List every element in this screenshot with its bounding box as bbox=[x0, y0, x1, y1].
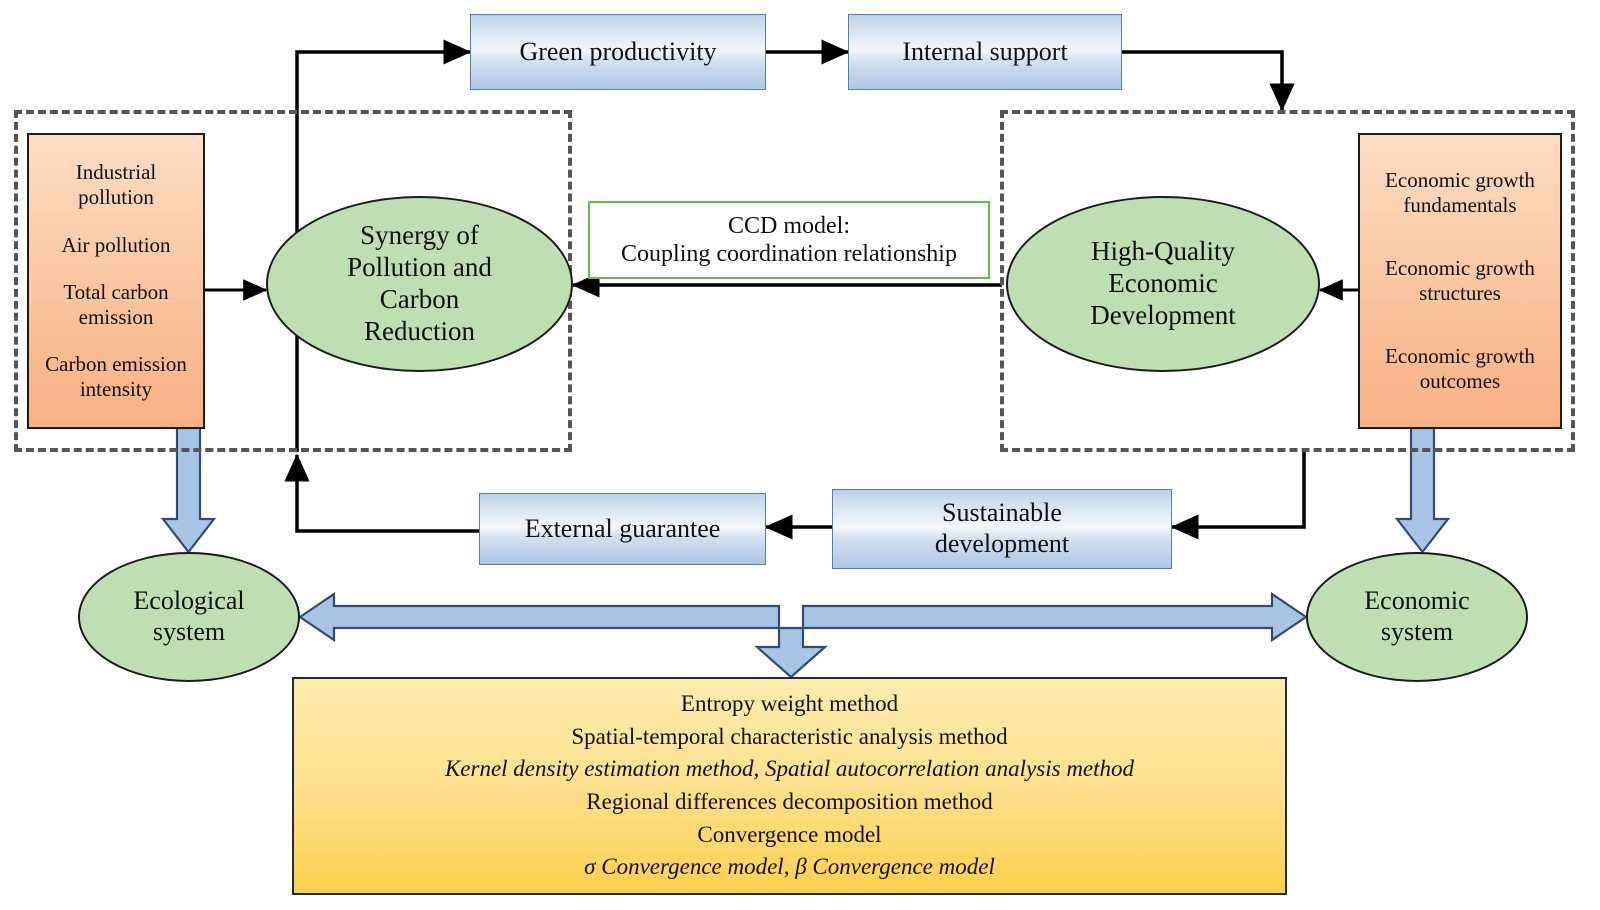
method-line-5: Convergence model bbox=[697, 821, 882, 847]
ellipse-economic-system: Economic system bbox=[1306, 552, 1528, 682]
indicator-economic-growth-outcomes: Economic growth outcomes bbox=[1385, 344, 1535, 393]
method-line-6: σ Convergence model, β Convergence model bbox=[584, 854, 995, 880]
box-ccd-model: CCD model: Coupling coordination relatio… bbox=[588, 201, 990, 279]
box-external-guarantee[interactable]: External guarantee bbox=[479, 493, 766, 565]
method-line-4: Regional differences decomposition metho… bbox=[586, 789, 993, 814]
ellipse-ecological-system-label: Ecological system bbox=[133, 586, 245, 646]
ellipse-ecological-system: Ecological system bbox=[78, 552, 300, 682]
indicator-industrial-pollution: Industrial pollution bbox=[75, 160, 157, 210]
method-line-2: Spatial-temporal characteristic analysis… bbox=[571, 723, 1008, 749]
box-sustainable-development[interactable]: Sustainable development bbox=[832, 489, 1172, 569]
panel-pollution-indicators: Industrial pollution Air pollution Total… bbox=[27, 133, 205, 429]
box-sustainable-development-label: Sustainable development bbox=[934, 498, 1070, 558]
method-line-3: Kernel density estimation method, Spatia… bbox=[444, 756, 1135, 782]
ccd-model-title: CCD model: bbox=[727, 212, 850, 239]
panel-methods: Entropy weight method Spatial-temporal c… bbox=[292, 677, 1287, 895]
box-internal-support-label: Internal support bbox=[902, 36, 1068, 66]
connector-external-guarantee-to-left-panel bbox=[284, 453, 479, 533]
connector-internal-support-to-right-panel bbox=[1122, 50, 1295, 112]
ellipse-economic-system-label: Economic system bbox=[1364, 586, 1470, 646]
block-arrow-systems-bidirectional bbox=[298, 591, 1308, 679]
indicator-carbon-emission-intensity: Carbon emission intensity bbox=[45, 352, 187, 401]
box-external-guarantee-label: External guarantee bbox=[524, 513, 721, 543]
ccd-model-subtitle: Coupling coordination relationship bbox=[621, 241, 957, 267]
indicator-total-carbon-emission: Total carbon emission bbox=[63, 279, 169, 329]
method-line-1: Entropy weight method bbox=[680, 691, 899, 717]
indicator-air-pollution: Air pollution bbox=[61, 232, 171, 257]
box-green-productivity[interactable]: Green productivity bbox=[470, 14, 766, 90]
ellipse-synergy-pollution-carbon-reduction: Synergy of Pollution and Carbon Reductio… bbox=[266, 196, 573, 372]
panel-economic-indicators: Economic growth fundamentals Economic gr… bbox=[1358, 133, 1562, 429]
connector-right-panel-to-sustainable-development bbox=[1170, 452, 1306, 540]
indicator-economic-growth-structures: Economic growth structures bbox=[1385, 256, 1535, 305]
box-green-productivity-label: Green productivity bbox=[519, 36, 717, 66]
diagram-canvas: Green productivity Internal support Indu… bbox=[0, 0, 1600, 910]
ellipse-synergy-label: Synergy of Pollution and Carbon Reductio… bbox=[347, 220, 492, 346]
indicator-economic-growth-fundamentals: Economic growth fundamentals bbox=[1385, 168, 1535, 217]
ellipse-high-quality-economic-development: High-Quality Economic Development bbox=[1006, 196, 1320, 372]
box-internal-support[interactable]: Internal support bbox=[848, 14, 1122, 90]
ellipse-hqed-label: High-Quality Economic Development bbox=[1090, 236, 1236, 330]
